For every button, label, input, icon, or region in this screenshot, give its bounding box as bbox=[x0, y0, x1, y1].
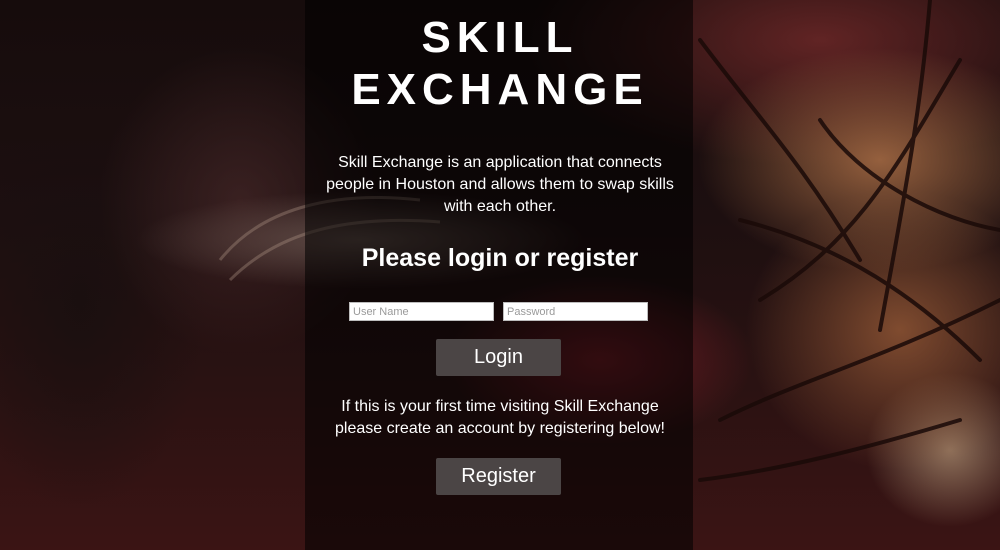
app-title-line2: EXCHANGE bbox=[351, 65, 649, 114]
login-page: SKILL EXCHANGE Skill Exchange is an appli… bbox=[0, 0, 1000, 550]
login-heading: Please login or register bbox=[361, 244, 639, 272]
app-title-line1: SKILL bbox=[421, 13, 579, 62]
password-input[interactable] bbox=[503, 302, 648, 321]
username-input[interactable] bbox=[349, 302, 494, 321]
app-description: Skill Exchange is an application that co… bbox=[326, 154, 674, 215]
register-note: If this is your first time visiting Skil… bbox=[335, 398, 665, 437]
register-button[interactable]: Register bbox=[436, 458, 561, 495]
login-button[interactable]: Login bbox=[436, 339, 561, 376]
login-content: SKILL EXCHANGE Skill Exchange is an appli… bbox=[0, 0, 1000, 550]
app-title: SKILL EXCHANGE bbox=[0, 12, 1000, 116]
